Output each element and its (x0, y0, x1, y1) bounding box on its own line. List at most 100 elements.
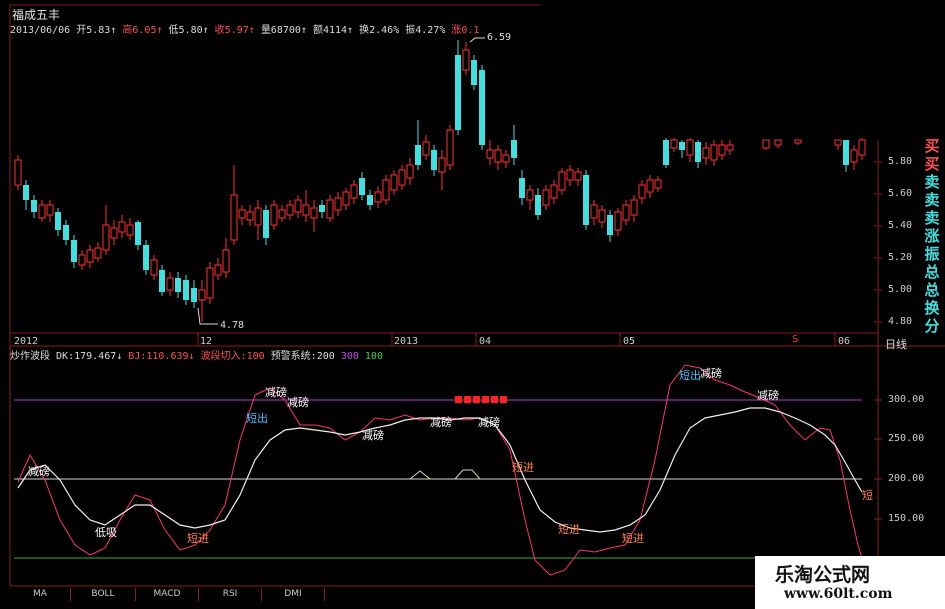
annotation: 减磅 (430, 416, 452, 429)
candle-body (542, 189, 550, 206)
candle-body (175, 278, 181, 292)
candle-body (406, 164, 414, 179)
candle-body (590, 204, 598, 219)
date-label: 05 (623, 336, 636, 347)
split-marker: S (792, 334, 799, 345)
candle-body (646, 179, 654, 193)
annotation: 减磅 (362, 429, 384, 442)
annotation: 减磅 (700, 367, 722, 380)
annotation: 减磅 (287, 396, 309, 409)
side-label-sell2: 卖 (924, 191, 940, 209)
candle-body (38, 204, 46, 219)
candle-body (390, 174, 398, 191)
candle-body (843, 140, 849, 165)
date-label: 12 (200, 336, 213, 347)
quote-amount: 额4114↑ (312, 25, 354, 36)
indicator-tick: 250.00 (888, 433, 925, 444)
candle-body (135, 222, 141, 245)
tab-boll[interactable]: BOLL (71, 588, 136, 601)
annotation: 减磅 (478, 416, 500, 429)
candle-body (502, 154, 510, 163)
indicator-tick: 200.00 (888, 473, 925, 484)
annotation: 短 (862, 489, 873, 502)
candle-body (607, 215, 613, 235)
candle-body (254, 207, 262, 226)
candle-body (374, 191, 382, 203)
candle-body (150, 259, 158, 276)
candle-body (695, 142, 701, 162)
candle-body (94, 247, 102, 259)
indicator-name[interactable]: 炒作波段 (10, 351, 50, 362)
candle-body (583, 175, 589, 225)
warning-system: 预警系统:200 (270, 351, 335, 362)
candle-body (31, 200, 37, 212)
tab-rsi[interactable]: RSI (199, 588, 262, 601)
dk-line (17, 364, 863, 576)
candle-body (23, 185, 29, 200)
indicator-tick: 150.00 (888, 513, 925, 524)
date-label: 2012 (14, 336, 39, 347)
candle-body (455, 55, 461, 130)
quote-high: 高6.05↑ (122, 25, 163, 36)
candle-body (206, 267, 214, 299)
candle-body (230, 194, 238, 241)
tab-macd[interactable]: MACD (136, 588, 199, 601)
candle-body (359, 178, 365, 195)
stock-chart-window: 福成五丰 2013/06/06 开5.83↑ 高6.05↑ 低5.80↑ 收5.… (0, 0, 945, 609)
candle-body (726, 144, 734, 151)
candle-body (438, 157, 446, 173)
candle-body (198, 289, 206, 301)
max-price-label: 6.59 (487, 32, 512, 43)
candle-body (574, 171, 582, 181)
candle-body (319, 205, 325, 212)
tab-ma[interactable]: MA (10, 588, 71, 601)
candle-body (702, 147, 710, 159)
watermark-url: www.60lt.com (784, 586, 893, 602)
side-label-sell1: 卖 (924, 173, 940, 191)
candle-body (550, 184, 558, 199)
candle-body (462, 49, 470, 71)
candle-body (398, 169, 406, 186)
candle-body (270, 204, 278, 226)
quote-close: 收5.97↑ (214, 25, 255, 36)
candle-body (342, 191, 350, 206)
warn-300: 300 (340, 351, 359, 362)
side-label-amp: 振 (924, 245, 940, 263)
chart-frame (9, 4, 945, 587)
candle-body (159, 270, 165, 292)
candle-body (710, 144, 718, 161)
candle-body (446, 129, 454, 166)
candle-body (78, 254, 86, 266)
candle-body (71, 240, 77, 262)
candle-body (63, 225, 69, 240)
annotation: 短进 (512, 461, 534, 474)
candle-body (246, 211, 254, 221)
candle-body (762, 139, 770, 149)
side-label-total2: 总 (924, 281, 940, 299)
candle-body (382, 179, 390, 201)
candle-body (431, 150, 437, 170)
candle-body (183, 280, 189, 300)
date-label: 06 (838, 336, 851, 347)
indicator-header: 炒作波段 DK:179.467↓ BJ:110.639↓ 波段切入:100 预警… (10, 347, 383, 362)
candle-body (794, 139, 802, 144)
candle-body (526, 189, 534, 201)
candle-body (278, 209, 286, 219)
candle-body (686, 139, 694, 156)
annotation: 减磅 (757, 389, 779, 402)
candle-body (654, 179, 662, 189)
candle-body (166, 277, 174, 291)
side-label-min: 分 (924, 317, 940, 335)
candle-body (126, 224, 134, 236)
side-label-turnover: 换 (924, 299, 940, 317)
period-label[interactable]: 日线 (885, 336, 907, 352)
annotation: 低吸 (95, 526, 117, 539)
watermark-title: 乐淘公式网 (775, 564, 871, 586)
tab-dmi[interactable]: DMI (262, 588, 325, 601)
price-tick: 4.80 (888, 316, 913, 327)
candle-body (598, 209, 606, 223)
candle-body (670, 139, 678, 149)
warn-100: 100 (364, 351, 383, 362)
candle-body (310, 207, 318, 219)
candle-body (638, 184, 646, 199)
